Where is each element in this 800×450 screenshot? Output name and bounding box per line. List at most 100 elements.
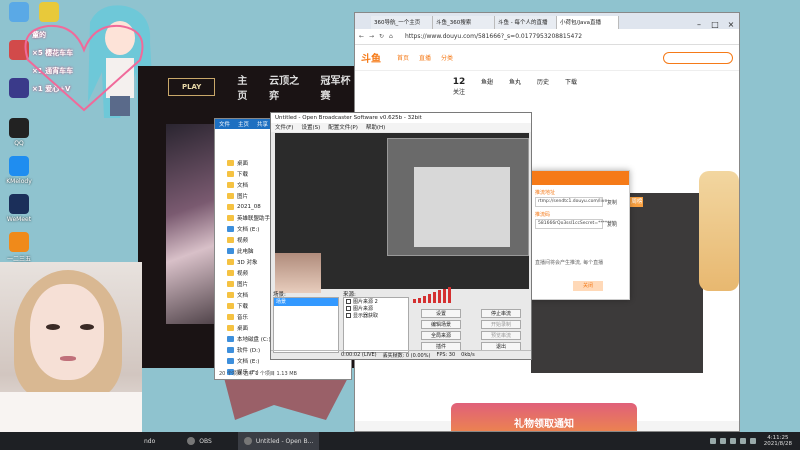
key-label: 推流码 [535,212,551,218]
folder-icon [227,313,234,320]
server-field[interactable]: rtmp://sendtc1.douyu.com/live [535,197,607,207]
gift-banner[interactable]: 礼物领取通知 [451,403,637,431]
refresh-icon[interactable]: ↻ [379,33,389,40]
checkbox-icon[interactable] [346,306,351,311]
kmelody-icon [9,156,29,176]
menu-help[interactable]: 帮助(H) [366,123,385,132]
app-icon [9,2,29,22]
obs-window[interactable]: Untitled - Open Broadcaster Software v0.… [270,112,532,360]
url-field[interactable]: https://www.douyu.com/581666?_s=0.017795… [405,33,582,40]
stat-item[interactable]: 12 关注 [445,77,473,96]
edit-scene-button[interactable]: 编辑场景 [421,320,461,329]
stream-key-field[interactable]: 581666rQo3ssl1ccSecret=******** [535,219,616,229]
source-item[interactable]: 图片来源 2 [344,298,408,305]
tray-icon[interactable] [709,438,716,444]
desktop-icon[interactable]: WeMeet [2,194,36,223]
browser-tab[interactable]: 360导航_一个主页 [371,16,433,29]
eye [80,324,94,330]
tab-tft[interactable]: 云顶之弈 [269,72,308,102]
copy-key-button[interactable]: 复制 [607,221,617,228]
pc-icon [227,247,234,254]
preview-stream-button[interactable]: 预览串流 [481,331,521,340]
bitrate: 0kb/s [461,352,475,358]
obs-title-bar: Untitled - Open Broadcaster Software v0.… [271,113,531,123]
volume-meter-bar [428,294,431,303]
folder-icon [227,269,234,276]
desktop-icon[interactable]: 一二三五 [2,232,36,263]
dropped-frames: 丢失帧数: 0 (0.00%) [382,352,431,359]
taskbar-item-obs-window[interactable]: Untitled - Open B... [237,432,320,450]
tab-home[interactable]: 主页 [237,72,257,102]
audio-mixer[interactable] [413,285,525,305]
stat-item[interactable]: 鱼翅 [473,77,501,96]
window-controls: – □ × [691,20,739,29]
browser-tab-active[interactable]: 小荷包/Java直播 [557,16,619,29]
site-nav-item[interactable]: 直播 [419,53,431,62]
taskbar-item-obs[interactable]: OBS [181,432,218,450]
menu-profiles[interactable]: 配置文件(P) [328,123,358,132]
obs-menubar: 文件(F) 设置(S) 配置文件(P) 帮助(H) [271,123,531,132]
stat-item[interactable]: 历史 [529,77,557,96]
drive-icon [227,346,234,353]
dialog-close-button[interactable]: 关闭 [573,281,603,291]
settings-button[interactable]: 设置 [421,309,461,318]
menu-file[interactable]: 文件(F) [275,123,293,132]
browser-tab[interactable]: 斗鱼_360搜索 [433,16,495,29]
desktop-icon[interactable]: KMelody [2,156,36,185]
taskbar: ndo OBS Untitled - Open B... 4:11:25 202… [0,432,800,450]
tray-icon[interactable] [719,438,726,444]
scene-item[interactable]: 场景 [274,298,338,306]
fps: FPS: 30 [436,352,456,358]
app-icon [39,2,59,22]
drive-icon [227,335,234,342]
forward-icon[interactable]: → [369,33,379,40]
site-nav-item[interactable]: 首页 [397,53,409,62]
close-icon[interactable]: × [723,20,739,29]
drive-icon [227,225,234,232]
browser-tab[interactable]: 斗鱼 - 每个人的直播 [495,16,557,29]
checkbox-icon[interactable] [346,299,351,304]
start-record-button[interactable]: 开始录制 [481,320,521,329]
back-icon[interactable]: ← [359,33,369,40]
stat-item[interactable]: 鱼丸 [501,77,529,96]
stop-stream-button[interactable]: 停止串流 [481,309,521,318]
site-nav-item[interactable]: 分类 [441,53,453,62]
stream-time: 0:00:02 (LIVE) [341,352,377,358]
checkbox-icon[interactable] [346,313,351,318]
stream-key-dialog[interactable]: 推流地址 rtmp://sendtc1.douyu.com/live 复制 推流… [530,170,630,300]
play-button[interactable]: PLAY [168,78,216,96]
folder-icon [227,324,234,331]
clock[interactable]: 4:11:25 2021/8/28 [764,435,792,447]
drive-icon [227,357,234,364]
desktop-icon[interactable]: QQ [2,118,36,147]
volume-meter-bar [433,292,436,303]
volume-meter-bar [438,290,441,303]
obs-preview-nested-inner [414,167,510,247]
copy-server-button[interactable]: 复制 [607,199,617,206]
obs-webcam-source [275,253,321,293]
obs-preview [275,133,529,293]
taskbar-item[interactable]: ndo [138,432,161,450]
stat-item[interactable]: 下载 [557,77,585,96]
address-bar: ← → ↻ ⌂ https://www.douyu.com/581666?_s=… [355,29,739,45]
scenes-list[interactable]: 场景 [273,297,339,353]
source-item[interactable]: 图片来源 [344,305,408,312]
dialog-notice: 直播间将会产生推流, 每个直播 [535,260,604,266]
menu-settings[interactable]: 设置(S) [301,123,320,132]
ribbon-tab[interactable]: 主页 [234,119,253,129]
source-item[interactable]: 显示器获取 [344,312,408,319]
global-sources-button[interactable]: 全局来源 [421,331,461,340]
network-icon[interactable] [739,438,746,444]
sources-list[interactable]: 图片来源 2 图片来源 显示器获取 [343,297,409,353]
game-nav: PLAY 主页 云顶之弈 冠军杯赛 [138,72,360,102]
home-icon[interactable]: ⌂ [389,33,399,40]
volume-meter-bar [423,296,426,303]
tray-icon[interactable] [729,438,736,444]
maximize-icon[interactable]: □ [707,20,723,29]
volume-icon[interactable] [749,438,756,444]
ribbon-tab[interactable]: 文件 [215,119,235,129]
server-label: 推流地址 [535,190,556,196]
minimize-icon[interactable]: – [691,20,707,29]
site-logo[interactable]: 斗鱼 [361,50,397,65]
site-search-input[interactable] [663,51,733,64]
